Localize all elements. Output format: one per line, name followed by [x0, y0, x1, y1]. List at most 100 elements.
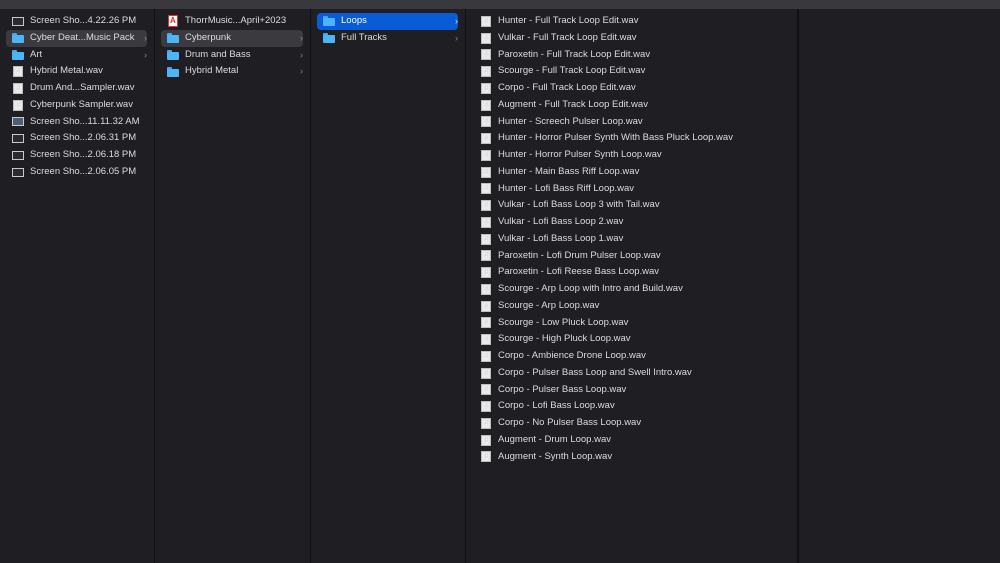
file-item[interactable]: Corpo - Full Track Loop Edit.wav — [478, 80, 790, 97]
audio-file-icon — [481, 415, 491, 432]
file-item[interactable]: Hunter - Lofi Bass Riff Loop.wav — [478, 180, 790, 198]
audio-file-icon — [13, 80, 23, 97]
item-label: Augment - Synth Loop.wav — [498, 450, 613, 462]
item-label: Hunter - Horror Pulser Synth Loop.wav — [498, 149, 662, 160]
item-label: Drum And...Sampler.wav — [30, 82, 135, 93]
file-item[interactable]: Scourge - Arp Loop.wav — [478, 298, 790, 315]
file-item[interactable]: Hybrid Metal.wav — [6, 63, 147, 80]
item-label: Vulkar - Full Track Loop Edit.wav — [498, 31, 637, 43]
folder-item[interactable]: Art › — [6, 47, 147, 64]
audio-file-icon — [481, 331, 491, 348]
audio-file-icon — [481, 13, 491, 30]
file-item[interactable]: Screen Sho...2.06.18 PM — [6, 147, 147, 164]
item-label: Drum and Bass — [185, 48, 251, 60]
folder-item[interactable]: Cyber Deat...Music Pack › — [6, 29, 147, 47]
audio-file-icon — [481, 298, 491, 314]
item-label: Scourge - Low Pluck Loop.wav — [498, 316, 629, 328]
file-item[interactable]: ThorrMusic...April+2023 — [161, 13, 303, 30]
file-item[interactable]: Paroxetin - Lofi Drum Pulser Loop.wav — [478, 247, 790, 265]
file-item[interactable]: Vulkar - Lofi Bass Loop 1.wav — [478, 231, 790, 248]
file-item[interactable]: Vulkar - Lofi Bass Loop 3 with Tail.wav — [478, 197, 790, 214]
file-item[interactable]: Hunter - Horror Pulser Synth Loop.wav — [478, 147, 790, 164]
finder-column-1[interactable]: Screen Sho...4.22.26 PM Cyber Deat...Musi… — [0, 9, 155, 563]
file-item[interactable]: Cyberpunk Sampler.wav — [6, 97, 147, 114]
screenshot-icon — [12, 117, 24, 127]
file-item[interactable]: Paroxetin - Lofi Reese Bass Loop.wav — [478, 264, 790, 281]
audio-file-icon — [481, 130, 491, 147]
chevron-right-icon: › — [300, 32, 303, 43]
item-label: Scourge - Arp Loop with Intro and Build.… — [498, 283, 683, 294]
audio-file-icon — [481, 180, 491, 197]
screenshot-icon — [12, 16, 24, 26]
item-label: Screen Sho...2.06.31 PM — [30, 132, 137, 144]
item-label: Hunter - Lofi Bass Riff Loop.wav — [498, 182, 635, 194]
file-item[interactable]: Corpo - No Pulser Bass Loop.wav — [478, 415, 790, 432]
item-label: Hybrid Metal — [185, 65, 239, 77]
item-label: Augment - Full Track Loop Edit.wav — [498, 98, 648, 110]
file-item[interactable]: Scourge - High Pluck Loop.wav — [478, 331, 790, 348]
item-label: Screen Sho...2.06.18 PM — [30, 149, 137, 160]
file-item[interactable]: Scourge - Full Track Loop Edit.wav — [478, 63, 790, 80]
item-label: Cyber Deat...Music Pack — [30, 31, 135, 43]
item-label: Screen Sho...2.06.05 PM — [30, 165, 137, 177]
audio-file-icon — [481, 314, 491, 331]
file-item[interactable]: Corpo - Pulser Bass Loop and Swell Intro… — [478, 365, 790, 382]
file-item[interactable]: Augment - Drum Loop.wav — [478, 432, 790, 449]
file-item[interactable]: Hunter - Horror Pulser Synth With Bass P… — [478, 130, 790, 147]
audio-file-icon — [481, 214, 491, 231]
file-item[interactable]: Drum And...Sampler.wav — [6, 80, 147, 97]
audio-file-icon — [481, 46, 491, 63]
chevron-right-icon: › — [455, 16, 458, 26]
file-item[interactable]: Augment - Full Track Loop Edit.wav — [478, 97, 790, 114]
item-label: Paroxetin - Lofi Reese Bass Loop.wav — [498, 266, 660, 278]
file-item[interactable]: Corpo - Ambience Drone Loop.wav — [478, 348, 790, 365]
audio-file-icon — [481, 80, 491, 97]
item-label: Hybrid Metal.wav — [30, 65, 103, 77]
file-item[interactable]: Screen Sho...2.06.05 PM — [6, 164, 147, 181]
item-label: Paroxetin - Full Track Loop Edit.wav — [498, 48, 651, 60]
window-top-bar — [0, 0, 1000, 9]
item-label: Art — [30, 48, 43, 60]
file-item[interactable]: Scourge - Low Pluck Loop.wav — [478, 314, 790, 332]
folder-item[interactable]: Cyberpunk › — [161, 29, 303, 47]
audio-file-icon — [13, 63, 23, 80]
finder-column-4[interactable]: Hunter - Full Track Loop Edit.wav Vulkar … — [466, 9, 798, 563]
chevron-right-icon: › — [144, 32, 147, 43]
file-item[interactable]: Vulkar - Lofi Bass Loop 2.wav — [478, 214, 790, 231]
file-item[interactable]: Screen Sho...2.06.31 PM — [6, 130, 147, 147]
file-item[interactable]: Scourge - Arp Loop with Intro and Build.… — [478, 281, 790, 298]
audio-file-icon — [481, 113, 491, 130]
file-item[interactable]: Corpo - Pulser Bass Loop.wav — [478, 381, 790, 399]
folder-item[interactable]: Full Tracks › — [317, 30, 458, 47]
audio-file-icon — [481, 247, 491, 264]
item-label: Augment - Drum Loop.wav — [498, 433, 611, 445]
item-label: ThorrMusic...April+2023 — [185, 15, 287, 26]
file-item[interactable]: Screen Sho...11.11.32 AM — [6, 114, 147, 131]
file-item[interactable]: Vulkar - Full Track Loop Edit.wav — [478, 30, 790, 47]
file-item[interactable]: Augment - Synth Loop.wav — [478, 448, 790, 466]
file-item[interactable]: Corpo - Lofi Bass Loop.wav — [478, 398, 790, 415]
folder-icon — [323, 16, 335, 27]
folder-item[interactable]: Drum and Bass › — [161, 47, 303, 64]
finder-column-3[interactable]: Loops › Full Tracks › — [311, 9, 466, 563]
item-label: Hunter - Full Track Loop Edit.wav — [498, 15, 639, 26]
file-item[interactable]: Hunter - Screech Pulser Loop.wav — [478, 113, 790, 131]
item-label: Vulkar - Lofi Bass Loop 2.wav — [498, 216, 624, 227]
file-item[interactable]: Hunter - Full Track Loop Edit.wav — [478, 13, 790, 30]
item-label: Scourge - High Pluck Loop.wav — [498, 333, 631, 345]
file-item[interactable]: Screen Sho...4.22.26 PM — [6, 13, 147, 30]
file-item[interactable]: Paroxetin - Full Track Loop Edit.wav — [478, 46, 790, 64]
folder-item[interactable]: Hybrid Metal › — [161, 63, 303, 80]
chevron-right-icon: › — [300, 66, 303, 77]
folder-icon — [167, 33, 179, 44]
item-label: Corpo - Ambience Drone Loop.wav — [498, 350, 646, 361]
audio-file-icon — [481, 448, 491, 465]
file-item[interactable]: Hunter - Main Bass Riff Loop.wav — [478, 164, 790, 181]
audio-file-icon — [481, 231, 491, 247]
folder-item[interactable]: Loops › — [317, 13, 458, 30]
item-label: Paroxetin - Lofi Drum Pulser Loop.wav — [498, 249, 661, 261]
screenshot-icon — [12, 150, 24, 160]
item-label: Screen Sho...4.22.26 PM — [30, 15, 137, 26]
finder-column-2[interactable]: ThorrMusic...April+2023 Cyberpunk›Drum an… — [155, 9, 311, 563]
audio-file-icon — [481, 164, 491, 180]
